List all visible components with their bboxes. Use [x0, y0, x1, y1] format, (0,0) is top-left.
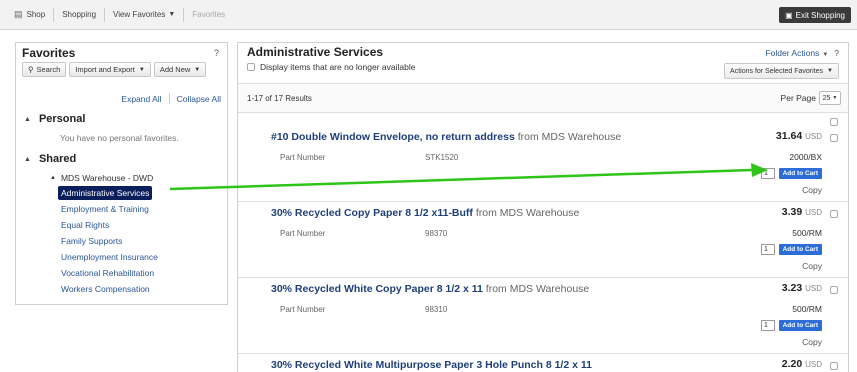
- arrow-shaft: [169, 168, 753, 191]
- arrow-head: [751, 163, 768, 177]
- annotation-arrow: [169, 163, 768, 191]
